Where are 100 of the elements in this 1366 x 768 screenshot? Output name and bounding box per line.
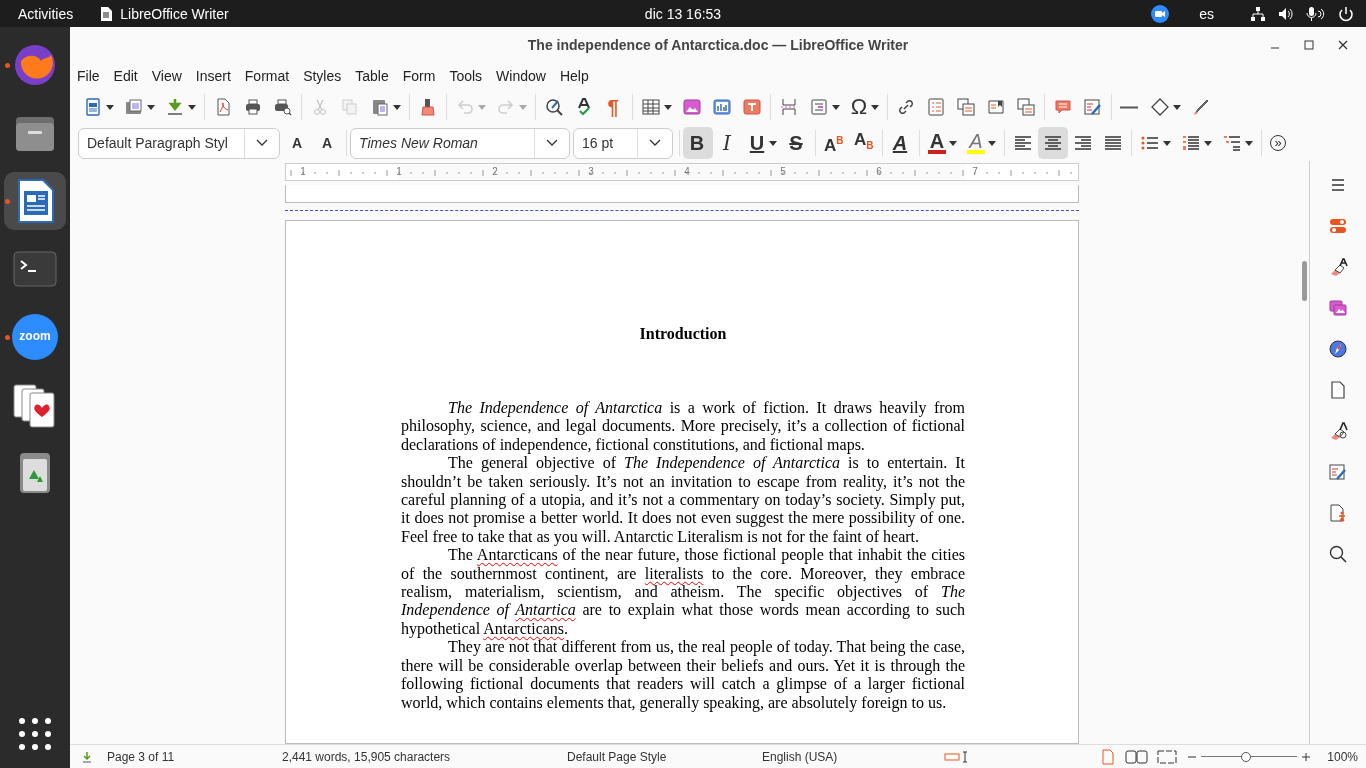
save-status-icon — [81, 750, 93, 763]
ruler-number: 3 — [588, 166, 594, 177]
special-button[interactable]: Ω — [845, 91, 884, 123]
search-icon — [544, 97, 564, 117]
brush-icon — [1191, 97, 1211, 117]
caret-icon — [664, 104, 672, 110]
folder-icon — [124, 97, 144, 117]
fontcolor-button[interactable]: A — [923, 127, 962, 159]
caret-icon — [106, 104, 114, 110]
menu-item[interactable]: Table — [348, 68, 396, 84]
clear-button[interactable]: A — [886, 127, 916, 159]
clock[interactable]: dic 13 16:53 — [644, 5, 722, 22]
caret-icon — [832, 104, 840, 110]
language[interactable]: English (USA) — [762, 749, 944, 764]
copy-icon — [340, 97, 360, 117]
word-count[interactable]: 2,441 words, 15,905 characters — [282, 749, 567, 764]
more-button[interactable]: » — [1265, 127, 1295, 159]
page-break-icon — [779, 97, 799, 117]
body-paragraph: The Independence of Antarctica is a work of fiction. It draws heavily from philosophy, science, and legal documents. More precisely, it’s a collection of fictional declarations of independence, fictional constitutions, and fictional maps. — [401, 399, 965, 455]
caret-icon — [519, 104, 527, 110]
body-paragraph: The Antarcticans of the near future, those fictional people that inhabit the cities of the southernmost continent, are literalists to the core. Moreover, they embrace realism, materialism, scientism, and atheism. The specific objectives of The Independence of Antartica are to explain what those words mean according to such hypothetical Antarcticans. — [401, 546, 965, 639]
heading: Introduction — [638, 325, 728, 343]
menu-item[interactable]: Form — [395, 68, 443, 84]
menu-item[interactable]: Edit — [106, 68, 145, 84]
field-icon — [809, 97, 829, 117]
track-changes-icon — [1083, 97, 1103, 117]
marks-button[interactable]: ¶ — [599, 91, 629, 123]
newstyle-button[interactable]: A — [283, 127, 313, 159]
book-view-icon[interactable] — [1155, 748, 1180, 765]
caret-icon — [147, 104, 155, 110]
menu-item[interactable]: Window — [489, 68, 553, 84]
page-style[interactable]: Default Page Style — [567, 749, 762, 764]
input-language[interactable]: es — [1199, 5, 1214, 22]
activities-button[interactable]: Activities — [18, 5, 74, 22]
underline-button[interactable]: U — [743, 127, 782, 159]
multi-page-view-icon[interactable] — [1125, 748, 1150, 765]
menu-item[interactable]: Format — [237, 68, 297, 84]
subscript-button[interactable]: A$_{B}$ — [849, 127, 879, 159]
bold-button[interactable]: B — [683, 127, 713, 159]
caret-icon — [478, 104, 486, 110]
menu-item[interactable]: Styles — [296, 68, 349, 84]
caret-icon — [1245, 140, 1253, 146]
ruler-number: 7 — [972, 166, 978, 177]
caret-icon — [188, 104, 196, 110]
ruler-number: 1 — [300, 166, 306, 177]
line-icon — [1120, 105, 1138, 109]
undo-icon — [455, 97, 475, 117]
zoom-in-icon[interactable] — [1301, 751, 1312, 762]
caret-icon — [988, 140, 996, 146]
paragraph-style-box[interactable]: Default Paragraph Styl — [78, 127, 280, 159]
ruler-number: 6 — [876, 166, 882, 177]
clipboard-icon — [370, 97, 390, 117]
edit-document-icon[interactable] — [1328, 462, 1348, 482]
menu-item[interactable]: View — [144, 68, 189, 84]
align-right-icon — [1073, 133, 1093, 153]
superscript-button[interactable]: A$^{B}$ — [819, 127, 849, 159]
body-paragraph: They are not that different from us, the real people of today. That being the case, there will be considerable overlap between their beliefs and ours. Yet it is through the following fictional documents that readers will catch a glimpse of a larger fictional world, which contains elements that, generally speaking, are absolutely foreign to us. — [401, 638, 965, 712]
power-icon[interactable] — [1338, 5, 1354, 22]
menu-item[interactable]: File — [70, 68, 107, 84]
footnote-icon — [926, 97, 946, 117]
outline-list-icon — [1222, 133, 1242, 153]
zoom-slider[interactable] — [1201, 751, 1298, 762]
align-left-icon — [1013, 133, 1033, 153]
bookmark-icon — [986, 97, 1006, 117]
single-page-view-icon[interactable] — [1101, 748, 1116, 765]
search-icon[interactable] — [1328, 544, 1348, 564]
compass-icon[interactable] — [1328, 339, 1348, 359]
print-preview-icon — [273, 97, 293, 117]
page-icon[interactable] — [1328, 380, 1348, 400]
app-grid-icon[interactable] — [19, 718, 51, 750]
strike-button[interactable]: S — [782, 127, 812, 159]
link-icon — [896, 97, 916, 117]
toggle-icon[interactable] — [1328, 216, 1348, 236]
ruler-number: 4 — [684, 166, 690, 177]
video-call-tray-icon[interactable] — [1151, 4, 1170, 23]
image-icon — [682, 97, 702, 117]
updatestyle-button[interactable]: A — [313, 127, 343, 159]
table-icon — [641, 97, 661, 117]
zoom-percentage[interactable]: 100% — [1327, 749, 1358, 764]
caret-icon — [769, 140, 777, 146]
italic-button[interactable]: I — [713, 127, 743, 159]
justify-icon — [1103, 133, 1123, 153]
cross-reference-icon — [1016, 97, 1036, 117]
center-button[interactable] — [1038, 127, 1068, 159]
font-size-box[interactable]: 16 pt — [573, 127, 673, 159]
endnote-icon — [956, 97, 976, 117]
app-menu[interactable]: LibreOffice Writer — [120, 5, 229, 22]
menu-item[interactable]: Help — [552, 68, 596, 84]
print-icon — [243, 97, 263, 117]
selection-mode-icon[interactable] — [944, 750, 970, 763]
scrollbar-thumb[interactable] — [1302, 261, 1307, 301]
menu-item[interactable]: Tools — [442, 68, 490, 84]
page-count[interactable]: Page 3 of 11 — [107, 749, 282, 764]
accessibility-icon[interactable] — [1328, 503, 1348, 523]
highlight-button[interactable]: A — [962, 127, 1001, 159]
menu-item[interactable]: Insert — [188, 68, 238, 84]
gallery-icon[interactable] — [1328, 298, 1348, 318]
font-name-box[interactable]: Times New Roman — [350, 127, 570, 159]
microphone-icon[interactable] — [1306, 5, 1326, 22]
network-icon[interactable] — [1250, 5, 1266, 22]
